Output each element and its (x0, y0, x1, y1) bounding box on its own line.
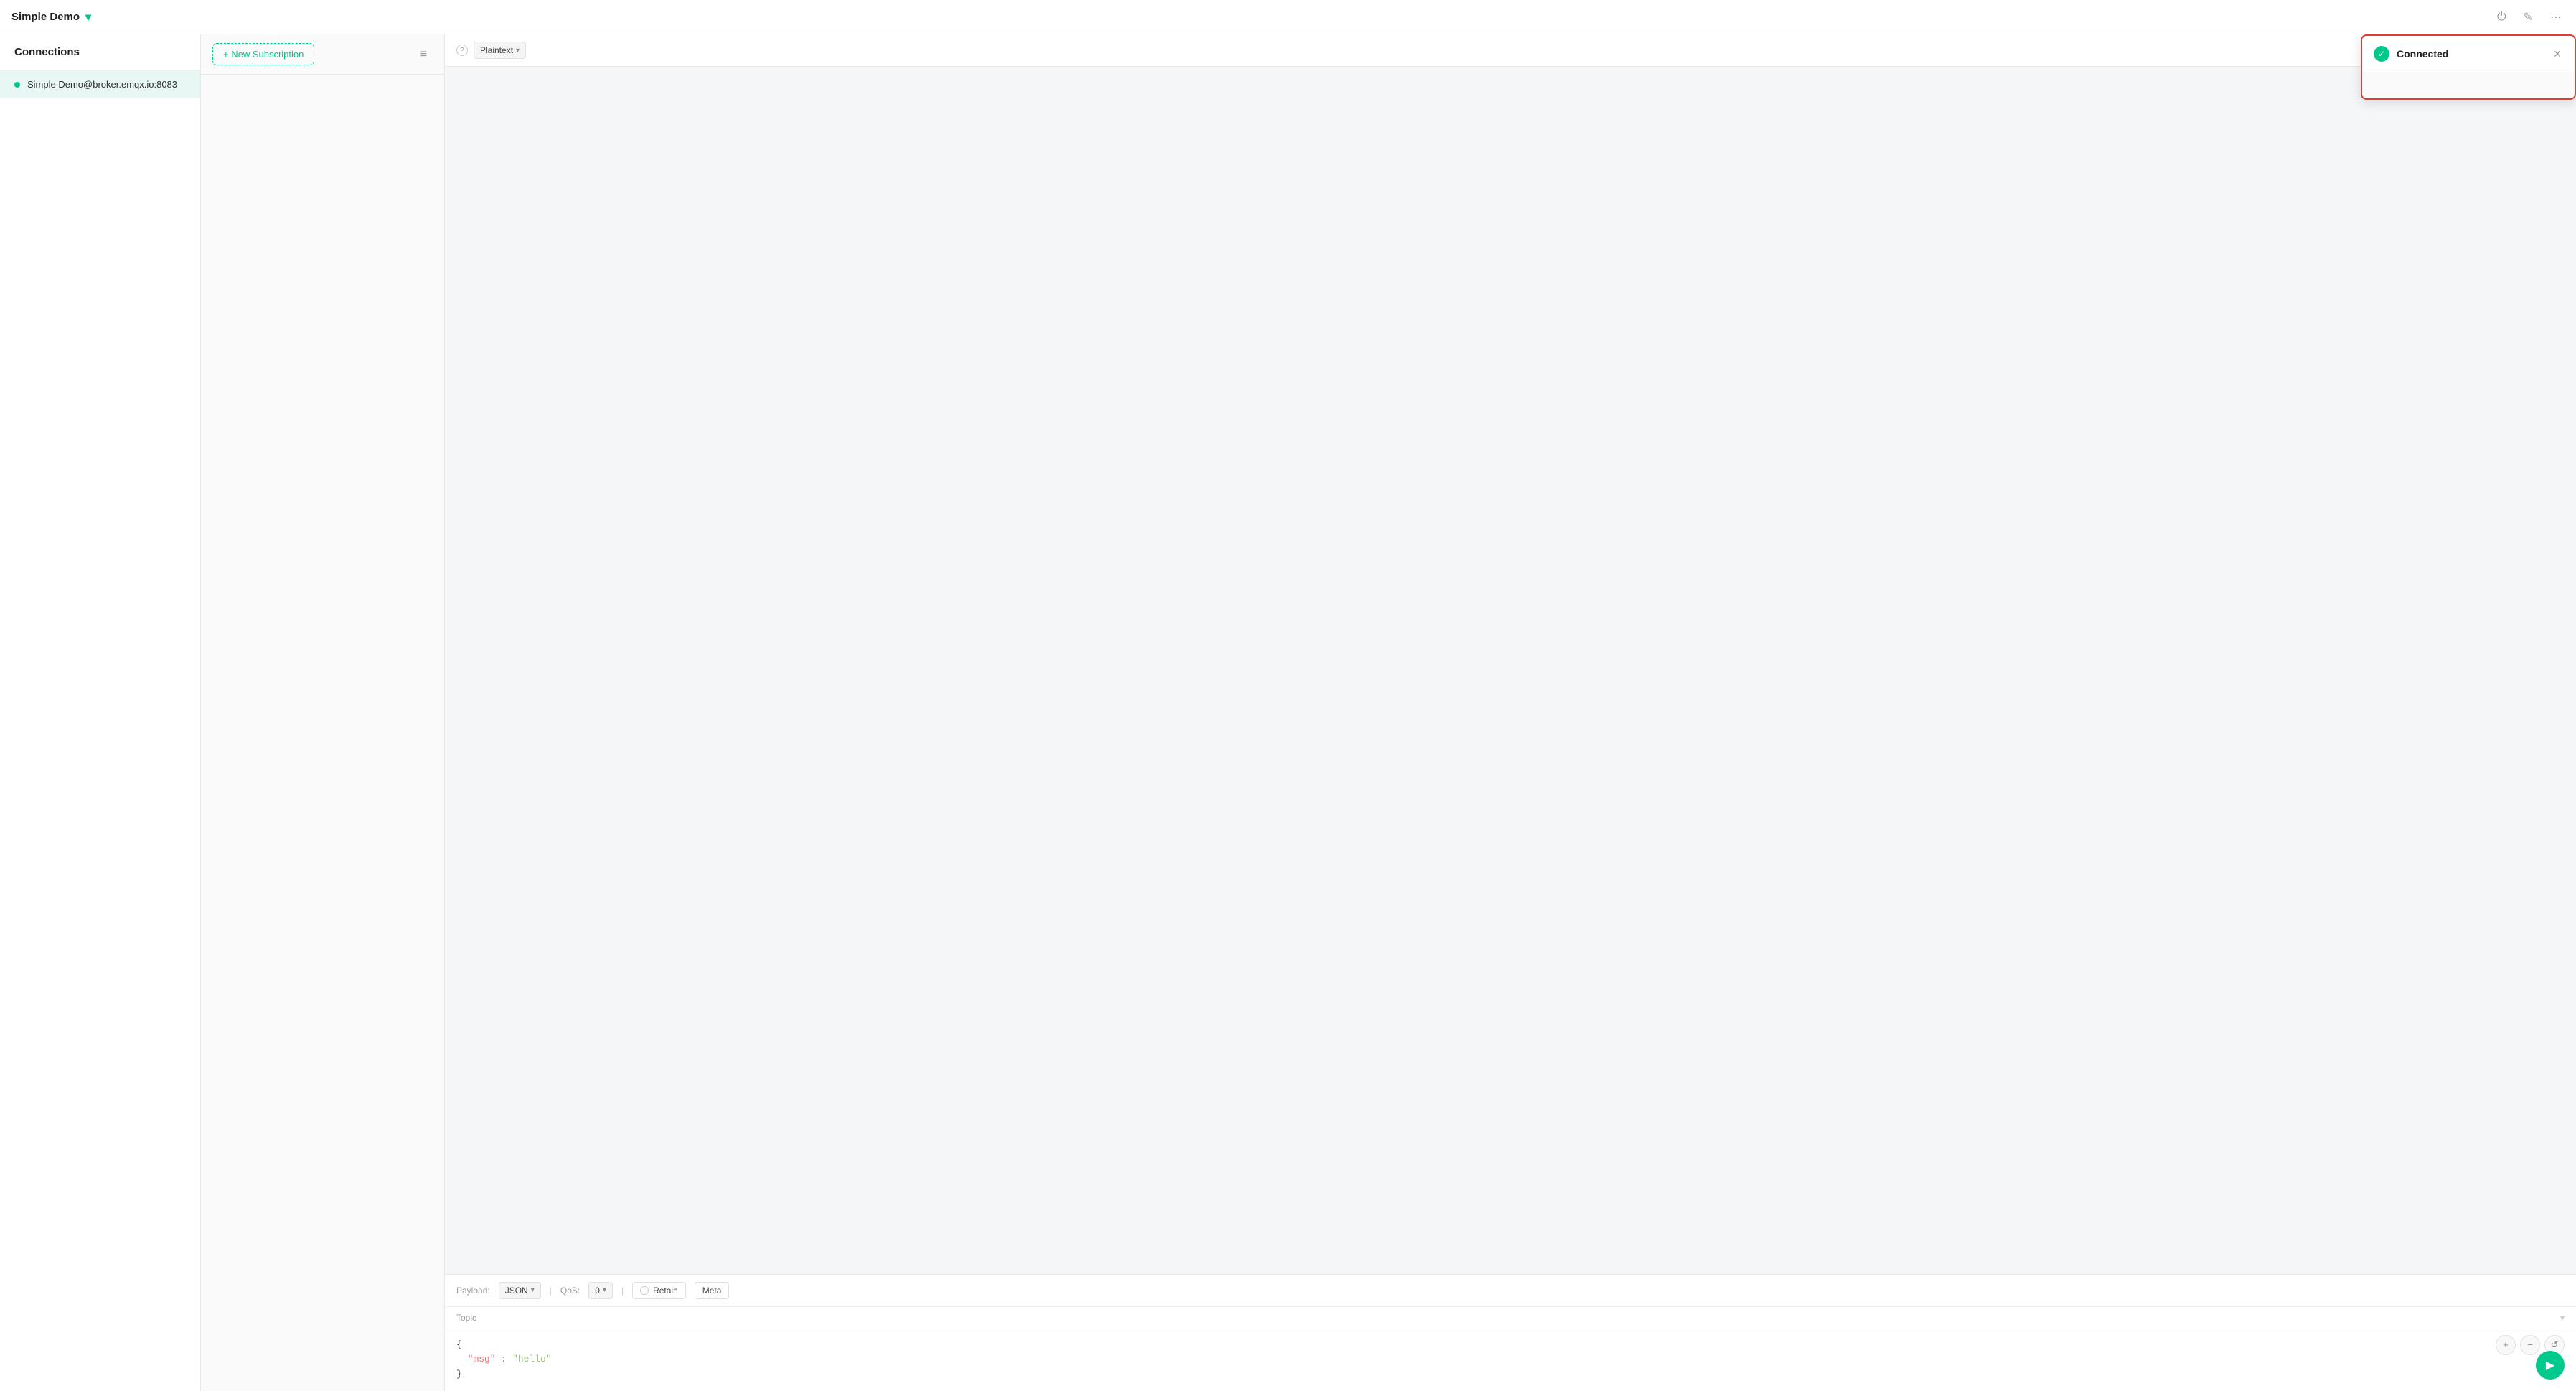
connected-popup-header: ✓ Connected ✕ (2362, 36, 2575, 72)
payload-type-chevron-icon: ▾ (531, 1286, 535, 1294)
subscriptions-panel: + New Subscription ≡ (201, 34, 445, 1391)
retain-circle-icon (640, 1286, 649, 1295)
main-layout: Connections Simple Demo@broker.emqx.io:8… (0, 34, 2576, 1391)
popup-close-button[interactable]: ✕ (2552, 47, 2563, 62)
bottom-bar: Payload: JSON ▾ | QoS: 0 ▾ | Retain (445, 1274, 2576, 1391)
code-line-keyvalue: "msg" : "hello" (456, 1352, 2565, 1367)
app-layout: Simple Demo ▾ ⏻ ✎ ⋯ Connections Simple D… (0, 0, 2576, 1391)
edit-button[interactable]: ✎ (2521, 7, 2536, 27)
minus-icon: − (2527, 1339, 2533, 1350)
qos-chevron-icon: ▾ (603, 1286, 606, 1294)
publish-toolbar: Payload: JSON ▾ | QoS: 0 ▾ | Retain (445, 1275, 2576, 1307)
help-icon[interactable]: ? (456, 45, 468, 56)
messages-panel: ? Plaintext ▾ Payload: JSON ▾ | (445, 34, 2576, 1391)
code-editor[interactable]: { "msg" : "hello" } + (445, 1329, 2576, 1391)
status-dot (14, 82, 20, 88)
connected-title: Connected (2397, 48, 2544, 60)
messages-toolbar: ? Plaintext ▾ (445, 34, 2576, 67)
payload-format-dropdown[interactable]: Plaintext ▾ (474, 42, 526, 59)
sidebar-item-label: Simple Demo@broker.emqx.io:8083 (27, 79, 177, 90)
separator-2: | (621, 1285, 624, 1296)
power-icon: ⏻ (2497, 11, 2506, 24)
subscriptions-toolbar: + New Subscription ≡ (201, 34, 444, 75)
sidebar-header: Connections (0, 34, 200, 70)
send-icon: ▶ (2546, 1358, 2554, 1372)
filter-icon-button[interactable]: ≡ (415, 45, 433, 64)
sidebar-item-simple-demo[interactable]: Simple Demo@broker.emqx.io:8083 (0, 70, 200, 98)
power-button[interactable]: ⏻ (2494, 8, 2509, 27)
qos-value-label: 0 (595, 1285, 600, 1296)
separator-1: | (550, 1285, 552, 1296)
plus-icon: + (2503, 1339, 2509, 1350)
more-button[interactable]: ⋯ (2547, 7, 2565, 27)
code-action-remove-button[interactable]: − (2520, 1335, 2540, 1355)
meta-button[interactable]: Meta (695, 1282, 730, 1299)
topic-row: Topic ▾ (445, 1307, 2576, 1329)
sidebar: Connections Simple Demo@broker.emqx.io:8… (0, 34, 201, 1391)
code-line-brace-close: } (456, 1367, 2565, 1382)
more-icon: ⋯ (2550, 10, 2562, 24)
code-action-add-button[interactable]: + (2496, 1335, 2516, 1355)
connected-popup-body (2362, 72, 2575, 98)
payload-type-dropdown[interactable]: JSON ▾ (499, 1282, 541, 1299)
connected-popup: ✓ Connected ✕ (2361, 34, 2576, 100)
new-subscription-button[interactable]: + New Subscription (212, 43, 314, 65)
chevron-down-icon[interactable]: ▾ (85, 10, 91, 24)
qos-label: QoS: (560, 1285, 580, 1296)
payload-format-label: Plaintext (480, 45, 513, 55)
filter-icon: ≡ (420, 48, 427, 60)
payload-label: Payload: (456, 1285, 490, 1296)
message-area (445, 67, 2576, 1274)
connection-title: Simple Demo (11, 11, 80, 23)
refresh-icon: ↺ (2551, 1339, 2559, 1351)
topic-placeholder: Topic (456, 1313, 2560, 1323)
top-bar-title: Simple Demo ▾ (11, 10, 2494, 24)
connected-check-icon: ✓ (2374, 46, 2389, 62)
payload-chevron-icon: ▾ (516, 47, 520, 55)
close-icon: ✕ (2553, 48, 2562, 60)
qos-dropdown[interactable]: 0 ▾ (588, 1282, 613, 1299)
topic-chevron-icon: ▾ (2560, 1313, 2565, 1323)
retain-button[interactable]: Retain (632, 1282, 686, 1299)
code-line-brace-open: { (456, 1338, 2565, 1353)
payload-type-label: JSON (505, 1285, 528, 1296)
edit-icon: ✎ (2524, 10, 2533, 24)
send-button[interactable]: ▶ (2536, 1351, 2565, 1380)
top-bar-actions: ⏻ ✎ ⋯ (2494, 7, 2565, 27)
retain-label: Retain (653, 1285, 678, 1296)
top-bar: Simple Demo ▾ ⏻ ✎ ⋯ (0, 0, 2576, 34)
